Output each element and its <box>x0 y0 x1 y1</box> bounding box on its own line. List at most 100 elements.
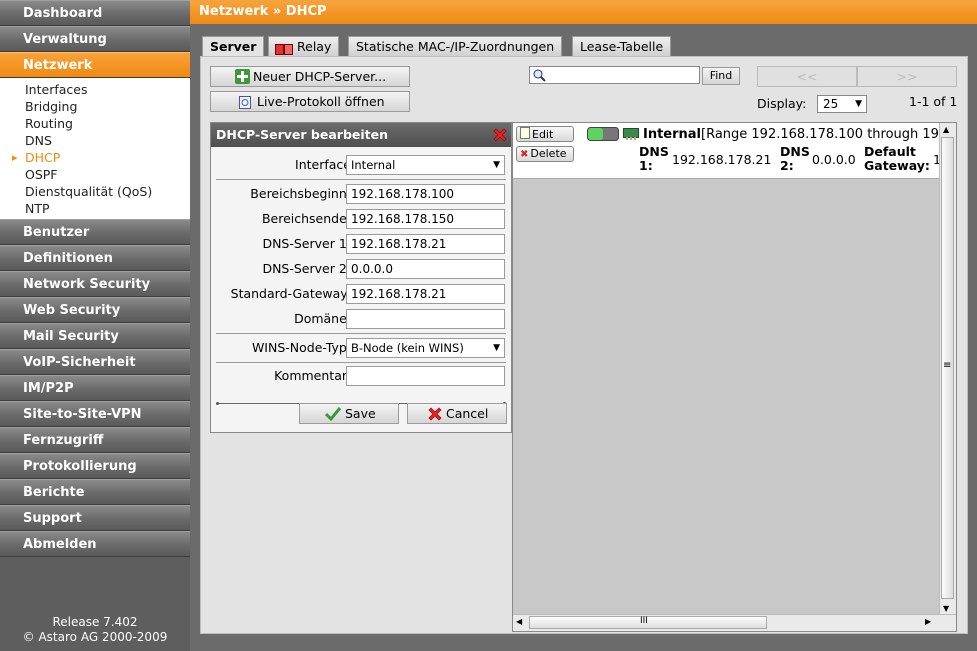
save-button[interactable]: Save <box>299 403 399 424</box>
nav-berichte[interactable]: Berichte <box>0 479 190 505</box>
copyright: © Astaro AG 2000-2009 <box>22 630 168 644</box>
subnav-item-interfaces[interactable]: Interfaces <box>0 81 190 98</box>
domain-input[interactable] <box>346 309 505 329</box>
tab-relay-label: Relay <box>297 39 332 54</box>
nav-im-p2p[interactable]: IM/P2P <box>0 375 190 401</box>
nav-fernzugriff[interactable]: Fernzugriff <box>0 427 190 453</box>
live-log-button[interactable]: Live-Protokoll öffnen <box>210 91 410 112</box>
nav-netzwerk[interactable]: Netzwerk <box>0 52 190 78</box>
delete-button[interactable]: ✖ Delete <box>516 146 574 162</box>
nav-network-security[interactable]: Network Security <box>0 271 190 297</box>
comment-label: Kommentar: <box>274 368 351 383</box>
form-title: DHCP-Server bearbeiten <box>216 127 389 142</box>
nav-protokollierung[interactable]: Protokollierung <box>0 453 190 479</box>
scroll-thumb[interactable]: ≡ <box>941 137 954 599</box>
checkmark-icon <box>324 406 342 426</box>
dhcp-server-form: DHCP-Server bearbeiten Interface Interna… <box>210 122 512 433</box>
comment-input[interactable] <box>346 366 505 386</box>
scroll-left-icon[interactable]: ◀ <box>516 617 522 626</box>
list-item: Edit ✖ Delete Internal [Range 192.168.178… <box>513 123 941 179</box>
close-icon[interactable] <box>492 127 508 143</box>
wins-label: WINS-Node-Typ: <box>251 340 351 355</box>
dns2-input[interactable]: 0.0.0.0 <box>346 259 505 279</box>
gateway-detail-label: Default Gateway: <box>864 144 930 173</box>
edit-button[interactable]: Edit <box>516 126 574 142</box>
subnav-item-dns[interactable]: DNS <box>0 132 190 149</box>
server-list: Edit ✖ Delete Internal [Range 192.168.178… <box>512 122 957 632</box>
interface-label: Interface <box>295 157 351 172</box>
nav-abmelden[interactable]: Abmelden <box>0 531 190 557</box>
interface-row: Interface Internal ▼ <box>211 155 511 175</box>
toggle-switch[interactable] <box>587 127 619 141</box>
domain-label: Domäne: <box>294 311 351 326</box>
prev-page-button[interactable]: << <box>757 66 857 87</box>
subnav-item-routing[interactable]: Routing <box>0 115 190 132</box>
plus-icon <box>235 69 250 84</box>
nav-benutzer[interactable]: Benutzer <box>0 219 190 245</box>
entry-name: Internal <box>643 127 702 142</box>
dns1-label: DNS-Server 1: <box>262 236 351 251</box>
scroll-right-icon[interactable]: ▶ <box>925 617 931 626</box>
delete-icon: ✖ <box>520 149 529 160</box>
range-end-input[interactable]: 192.168.178.150 <box>346 209 505 229</box>
nav-web-security[interactable]: Web Security <box>0 297 190 323</box>
relay-icon <box>275 41 293 55</box>
tab-static-mac[interactable]: Statische MAC-/IP-Zuordnungen <box>348 36 563 57</box>
wins-select[interactable]: B-Node (kein WINS) ▼ <box>346 338 505 358</box>
nav-verwaltung[interactable]: Verwaltung <box>0 26 190 52</box>
gateway-input[interactable]: 192.168.178.21 <box>346 284 505 304</box>
resize-handle[interactable] <box>216 394 506 405</box>
search-input[interactable] <box>529 66 700 84</box>
tab-lease-table[interactable]: Lease-Tabelle <box>572 36 672 57</box>
horizontal-scrollbar[interactable]: ◀ III ▶ <box>513 614 956 631</box>
display-select[interactable]: 25 ▼ <box>817 95 867 113</box>
range-info: 1-1 of 1 <box>909 94 958 109</box>
find-button[interactable]: Find <box>702 67 740 85</box>
wins-value: B-Node (kein WINS) <box>351 341 464 355</box>
divider <box>216 333 506 334</box>
vertical-scrollbar[interactable]: ▲ ≡ ▼ <box>939 123 956 615</box>
subnav-item-qos[interactable]: Dienstqualität (QoS) <box>0 183 190 200</box>
delete-label: Delete <box>530 147 567 160</box>
cancel-button[interactable]: Cancel <box>407 403 507 424</box>
nav-site-to-site-vpn[interactable]: Site-to-Site-VPN <box>0 401 190 427</box>
tab-relay[interactable]: Relay <box>268 36 340 57</box>
search-icon <box>532 68 546 85</box>
scroll-thumb[interactable]: III <box>529 616 767 629</box>
range-start-row: Bereichsbeginn: 192.168.178.100 <box>211 184 511 204</box>
subnav-item-ospf[interactable]: OSPF <box>0 166 190 183</box>
divider <box>216 179 506 180</box>
range-start-label: Bereichsbeginn: <box>250 186 351 201</box>
dns2-detail-value: 0.0.0.0 <box>812 152 856 167</box>
form-header: DHCP-Server bearbeiten <box>211 123 511 147</box>
tab-server[interactable]: Server <box>202 36 265 58</box>
scroll-up-icon[interactable]: ▲ <box>943 125 949 134</box>
subnav-item-bridging[interactable]: Bridging <box>0 98 190 115</box>
subnav-item-dhcp[interactable]: DHCP <box>0 149 190 166</box>
subnav-netzwerk: Interfaces Bridging Routing DNS DHCP OSP… <box>0 78 190 219</box>
nav-mail-security[interactable]: Mail Security <box>0 323 190 349</box>
live-log-label: Live-Protokoll öffnen <box>257 94 385 109</box>
interface-select[interactable]: Internal ▼ <box>346 155 505 175</box>
nav-voip[interactable]: VoIP-Sicherheit <box>0 349 190 375</box>
next-page-button[interactable]: >> <box>857 66 957 87</box>
dns1-input[interactable]: 192.168.178.21 <box>346 234 505 254</box>
gateway-row: Standard-Gateway: 192.168.178.21 <box>211 284 511 304</box>
edit-icon <box>520 127 530 139</box>
divider <box>216 362 506 363</box>
save-label: Save <box>345 406 376 421</box>
nav-definitionen[interactable]: Definitionen <box>0 245 190 271</box>
new-dhcp-server-button[interactable]: Neuer DHCP-Server... <box>210 66 410 87</box>
nav-dashboard[interactable]: Dashboard <box>0 0 190 26</box>
release-version: Release 7.402 <box>52 615 138 629</box>
range-start-input[interactable]: 192.168.178.100 <box>346 184 505 204</box>
edit-label: Edit <box>532 128 554 141</box>
network-card-icon <box>623 127 639 140</box>
range-end-row: Bereichsende: 192.168.178.150 <box>211 209 511 229</box>
nav-support[interactable]: Support <box>0 505 190 531</box>
scroll-down-icon[interactable]: ▼ <box>943 604 949 613</box>
cancel-icon <box>427 406 443 427</box>
subnav-item-ntp[interactable]: NTP <box>0 200 190 217</box>
entry-range: [Range 192.168.178.100 through 192 <box>701 127 941 142</box>
dns2-row: DNS-Server 2: 0.0.0.0 <box>211 259 511 279</box>
